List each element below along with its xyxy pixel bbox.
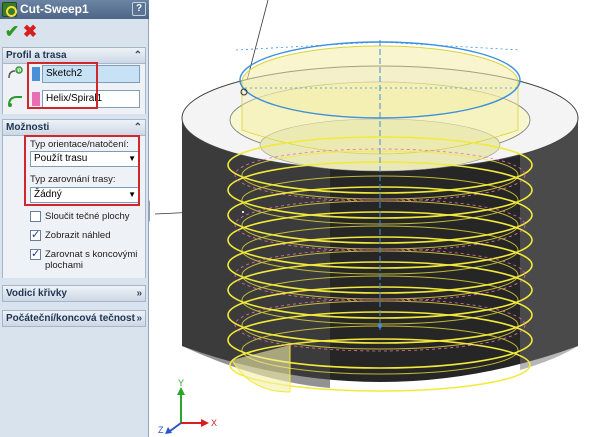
profile-path-header-text: Profil a trasa (6, 50, 67, 61)
options-section-header[interactable]: Možnosti ⌃ (2, 119, 146, 136)
triad-z-label: Z (158, 425, 164, 435)
cylinder-highlight (520, 118, 578, 370)
graphics-viewport[interactable]: Y X Z (150, 0, 590, 437)
ok-button[interactable]: ✔ (3, 23, 21, 41)
help-button[interactable]: ? (132, 2, 146, 16)
axis-end-point (378, 324, 382, 328)
selection-point (241, 210, 245, 214)
align-with-end-faces-checkbox[interactable] (30, 247, 41, 260)
merge-tangent-faces-label: Sloučit tečné plochy (45, 211, 130, 222)
guide-curves-header-text: Vodicí křivky (6, 288, 67, 299)
tangency-header-text: Počáteční/koncová tečnost (6, 313, 135, 324)
action-row: ✔ ✖ (0, 20, 149, 46)
align-with-end-faces-label: Zarovnat s koncovými plochami (45, 249, 138, 271)
triad-x-label: X (211, 418, 217, 428)
chevron-up-icon: ⌃ (133, 50, 142, 61)
triad-y-label: Y (178, 378, 184, 388)
show-preview-checkbox[interactable] (30, 228, 41, 241)
chevron-down-icon: » (136, 313, 142, 324)
feature-title: Cut-Sweep1 (20, 2, 89, 16)
options-header-text: Možnosti (6, 122, 50, 133)
coordinate-triad-icon: Y X Z (158, 378, 217, 435)
cut-sweep-icon (2, 2, 17, 17)
profile-icon: 0 (8, 66, 23, 79)
path-icon (8, 96, 22, 107)
solidworks-window: Cut-Sweep1 ? ✔ ✖ Profil a trasa ⌃ 0 Sket… (0, 0, 590, 437)
chevron-up-icon: ⌃ (133, 122, 142, 133)
show-preview-label: Zobrazit náhled (45, 230, 111, 241)
tangency-section-header[interactable]: Počáteční/koncová tečnost » (2, 310, 146, 327)
chevron-down-icon: » (136, 288, 142, 299)
merge-tangent-faces-checkbox[interactable] (30, 211, 41, 222)
feature-title-bar: Cut-Sweep1 ? (0, 0, 149, 19)
property-manager-panel: Cut-Sweep1 ? ✔ ✖ Profil a trasa ⌃ 0 Sket… (0, 0, 149, 437)
profile-path-highlight-frame (27, 62, 98, 109)
options-highlight-frame (24, 135, 140, 206)
guide-curves-section-header[interactable]: Vodicí křivky » (2, 285, 146, 302)
cancel-button[interactable]: ✖ (21, 23, 39, 41)
